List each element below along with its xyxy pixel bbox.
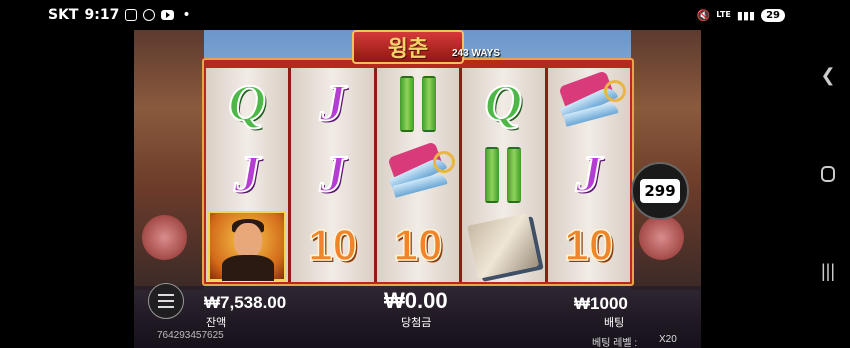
symbol-knives-icon xyxy=(379,141,457,209)
back-icon[interactable]: ❮ xyxy=(817,64,839,86)
symbol-bamboo-icon xyxy=(379,70,457,138)
session-id: 764293457625 xyxy=(157,330,224,341)
reel-5: J 10 xyxy=(547,68,631,282)
reels: Q J J J 10 10 Q J 10 xyxy=(206,68,631,282)
temple-background-right xyxy=(631,30,701,290)
clock: 9:17 xyxy=(84,7,120,23)
symbol-j: J xyxy=(319,74,347,132)
symbol-10: 10 xyxy=(393,221,443,272)
reel-3: 10 xyxy=(376,68,463,282)
symbol-scroll-icon xyxy=(464,212,542,280)
symbol-j: J xyxy=(233,145,261,203)
balance-value: ₩7,538.00 xyxy=(204,293,287,312)
slot-game: Q J J J 10 10 Q J 10 윙춘 243 WAYS 299 ₩7,… xyxy=(134,30,701,348)
letterbox-right xyxy=(701,30,805,348)
bet-label: 배팅 xyxy=(604,317,625,329)
symbol-10: 10 xyxy=(307,221,358,272)
youtube-icon xyxy=(161,10,175,20)
win-value: ₩0.00 xyxy=(384,288,448,313)
symbol-j: J xyxy=(319,145,347,203)
balance-label: 잔액 xyxy=(206,317,227,329)
android-nav-bar: ❮ ||| xyxy=(805,0,850,348)
symbol-knives-icon xyxy=(550,70,628,138)
symbol-bamboo-icon xyxy=(464,141,542,209)
temple-background-left xyxy=(134,30,204,290)
battery-indicator: 29 xyxy=(761,8,785,22)
notification-dot: • xyxy=(182,7,191,23)
bet-level-label: 베팅 레벨 : xyxy=(592,338,638,348)
game-title: 윙춘 xyxy=(352,30,464,64)
reel-2: J J 10 xyxy=(291,68,378,282)
symbol-q: Q xyxy=(484,74,524,132)
bet-multiplier: X20 xyxy=(659,334,677,345)
home-icon[interactable] xyxy=(817,163,839,185)
spin-counter-value: 299 xyxy=(640,179,680,203)
mute-icon: 🔇 xyxy=(696,8,711,22)
messenger-icon xyxy=(125,9,138,21)
signal-icon: ▮▮▮ xyxy=(736,8,756,22)
screen-edge-left xyxy=(0,0,28,348)
camera-icon xyxy=(143,9,156,21)
spin-counter-button[interactable]: 299 xyxy=(631,162,689,220)
ways-label: 243 WAYS xyxy=(452,48,500,59)
symbol-j: J xyxy=(575,145,603,203)
network-label: LTE xyxy=(716,10,731,19)
bet-value[interactable]: ₩1000 xyxy=(574,294,628,314)
symbol-10: 10 xyxy=(564,221,614,272)
symbol-q: Q xyxy=(227,74,267,132)
symbol-hero xyxy=(208,211,287,282)
reel-4: Q xyxy=(462,68,549,282)
carrier-label: SKT xyxy=(48,7,79,23)
win-label: 당첨금 xyxy=(401,317,432,329)
letterbox-left xyxy=(28,30,134,348)
menu-button[interactable] xyxy=(148,283,184,319)
recent-apps-icon[interactable]: ||| xyxy=(817,260,839,282)
status-bar: SKT 9:17 • 🔇 LTE ▮▮▮ 29 xyxy=(28,0,805,30)
reel-1: Q J xyxy=(206,68,292,282)
